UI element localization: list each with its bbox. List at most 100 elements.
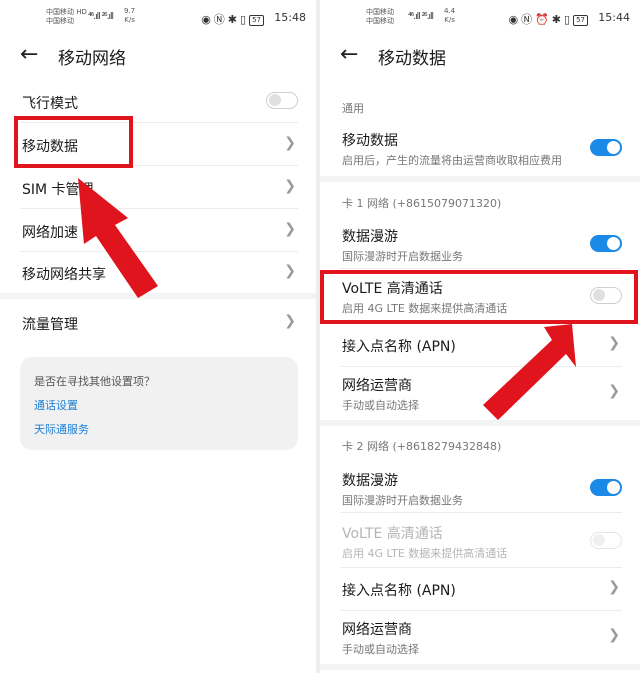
bluetooth-icon: ✱ [551, 13, 565, 26]
status-icons: ◉Ⓝ⏰✱▯ 57 [508, 11, 588, 27]
page-title: 移动数据 [378, 49, 446, 69]
row-label: 接入点名称 (APN) [342, 339, 456, 355]
airplane-mode-row[interactable]: 飞行模式 [20, 80, 298, 123]
mobile-data-row[interactable]: 移动数据 ❯ [20, 123, 298, 166]
vibrate-icon: ▯ [564, 13, 574, 26]
row-label: VoLTE 高清通话 [342, 281, 443, 297]
clock: 15:48 [274, 11, 306, 24]
network-acceleration-row[interactable]: 网络加速 ❯ [20, 209, 298, 252]
general-section-header: 通用 [342, 102, 364, 115]
row-label: VoLTE 高清通话 [342, 526, 443, 542]
sim1-apn-row[interactable]: 接入点名称 (APN) ❯ [340, 324, 622, 367]
row-label: 移动数据 [342, 133, 398, 149]
row-sublabel: 手动或自动选择 [342, 643, 419, 656]
row-label: 数据漫游 [342, 229, 398, 245]
left-screen: 中国移动 HD 中国移动 ⁴⁶.ıll ²⁶.ıll 9.7 K/s ◉Ⓝ✱▯ 5… [0, 0, 316, 673]
carrier-line-2: 中国移动 [366, 17, 394, 25]
bluetooth-icon: ✱ [227, 13, 241, 26]
carrier-info: 中国移动 HD 中国移动 [46, 8, 87, 26]
carrier-info: 中国移动 中国移动 [366, 8, 394, 26]
battery-icon: 57 [249, 15, 264, 26]
chevron-right-icon: ❯ [284, 263, 296, 279]
speed-unit: K/s [124, 16, 135, 24]
row-sublabel: 启用 4G LTE 数据来提供高清通话 [342, 302, 508, 315]
suggestion-question: 是否在寻找其他设置项？ [34, 375, 155, 388]
title-bar: ← 移动数据 [320, 36, 640, 76]
carrier-line-1: 中国移动 [366, 8, 394, 16]
row-label: 移动数据 [22, 139, 78, 155]
chevron-right-icon: ❯ [284, 135, 296, 151]
alarm-icon: ⏰ [535, 13, 552, 26]
section-divider [320, 176, 640, 182]
sim1-section-header: 卡 1 网络 (+8615079071320) [342, 197, 502, 210]
row-label: 移动网络共享 [22, 267, 106, 283]
back-arrow-icon[interactable]: ← [20, 42, 38, 68]
sim2-roaming-toggle[interactable] [590, 479, 622, 496]
section-divider [320, 420, 640, 426]
row-label: 飞行模式 [22, 96, 78, 112]
row-label: SIM 卡管理 [22, 182, 94, 198]
tethering-row[interactable]: 移动网络共享 ❯ [20, 252, 298, 292]
eye-icon: ◉ [201, 13, 214, 26]
sim2-apn-row[interactable]: 接入点名称 (APN) ❯ [340, 568, 622, 611]
chevron-right-icon: ❯ [284, 221, 296, 237]
mobile-data-row[interactable]: 移动数据 启用后，产生的流量将由运营商收取相应费用 [340, 124, 622, 174]
row-label: 数据漫游 [342, 473, 398, 489]
speed-value: 9.7 [124, 7, 136, 15]
row-sublabel: 国际漫游时开启数据业务 [342, 494, 463, 507]
speed-unit: K/s [444, 16, 455, 24]
chevron-right-icon: ❯ [608, 579, 620, 595]
back-arrow-icon[interactable]: ← [340, 42, 358, 68]
carrier-line-1: 中国移动 HD [46, 8, 87, 16]
sim1-roaming-toggle[interactable] [590, 235, 622, 252]
chevron-right-icon: ❯ [284, 313, 296, 329]
network-speed: 4.4 K/s [444, 7, 455, 25]
nfc-icon: Ⓝ [213, 13, 228, 26]
skytone-service-link[interactable]: 天际通服务 [34, 421, 89, 437]
chevron-right-icon: ❯ [608, 383, 620, 399]
bottom-divider [320, 664, 640, 670]
sim1-volte-toggle[interactable] [590, 287, 622, 304]
row-sublabel: 手动或自动选择 [342, 399, 419, 412]
sim2-section-header: 卡 2 网络 (+8618279432848) [342, 440, 502, 453]
status-bar: 中国移动 HD 中国移动 ⁴⁶.ıll ²⁶.ıll 9.7 K/s ◉Ⓝ✱▯ 5… [0, 0, 316, 36]
section-divider [0, 293, 316, 299]
vibrate-icon: ▯ [240, 13, 250, 26]
row-sublabel: 国际漫游时开启数据业务 [342, 250, 463, 263]
row-label: 流量管理 [22, 317, 78, 333]
row-sublabel: 启用 4G LTE 数据来提供高清通话 [342, 547, 508, 560]
status-bar: 中国移动 中国移动 ⁴⁶.ıll ²⁶.ıll 4.4 K/s ◉Ⓝ⏰✱▯ 57 … [320, 0, 640, 36]
battery-icon: 57 [573, 15, 588, 26]
sim2-volte-row: VoLTE 高清通话 启用 4G LTE 数据来提供高清通话 [340, 515, 622, 568]
airplane-mode-toggle[interactable] [266, 92, 298, 109]
sim2-volte-toggle [590, 532, 622, 549]
data-usage-row[interactable]: 流量管理 ❯ [20, 302, 298, 342]
sim2-roaming-row[interactable]: 数据漫游 国际漫游时开启数据业务 [340, 462, 622, 513]
sim1-volte-row[interactable]: VoLTE 高清通话 启用 4G LTE 数据来提供高清通话 [340, 273, 622, 324]
right-screen: 中国移动 中国移动 ⁴⁶.ıll ²⁶.ıll 4.4 K/s ◉Ⓝ⏰✱▯ 57 … [320, 0, 640, 673]
network-speed: 9.7 K/s [124, 7, 135, 25]
row-label: 网络运营商 [342, 622, 412, 638]
chevron-right-icon: ❯ [608, 627, 620, 643]
nfc-icon: Ⓝ [521, 13, 536, 26]
carrier-line-2: 中国移动 [46, 17, 74, 25]
row-label: 网络加速 [22, 225, 78, 241]
title-bar: ← 移动网络 [0, 36, 316, 76]
signal-icon: ⁴⁶.ıll ²⁶.ıll [408, 12, 434, 22]
row-label: 接入点名称 (APN) [342, 583, 456, 599]
chevron-right-icon: ❯ [284, 178, 296, 194]
suggestion-card: 是否在寻找其他设置项？ 通话设置 天际通服务 [20, 357, 298, 450]
sim1-roaming-row[interactable]: 数据漫游 国际漫游时开启数据业务 [340, 218, 622, 269]
eye-icon: ◉ [508, 13, 522, 26]
row-label: 网络运营商 [342, 378, 412, 394]
sim-management-row[interactable]: SIM 卡管理 ❯ [20, 166, 298, 209]
sim1-operator-row[interactable]: 网络运营商 手动或自动选择 ❯ [340, 367, 622, 419]
clock: 15:44 [598, 11, 630, 24]
sim2-operator-row[interactable]: 网络运营商 手动或自动选择 ❯ [340, 611, 622, 663]
call-settings-link[interactable]: 通话设置 [34, 397, 78, 413]
mobile-data-toggle[interactable] [590, 139, 622, 156]
status-icons: ◉Ⓝ✱▯ 57 [201, 11, 264, 27]
page-title: 移动网络 [58, 49, 126, 69]
signal-icon: ⁴⁶.ıll ²⁶.ıll [88, 12, 114, 22]
chevron-right-icon: ❯ [608, 335, 620, 351]
